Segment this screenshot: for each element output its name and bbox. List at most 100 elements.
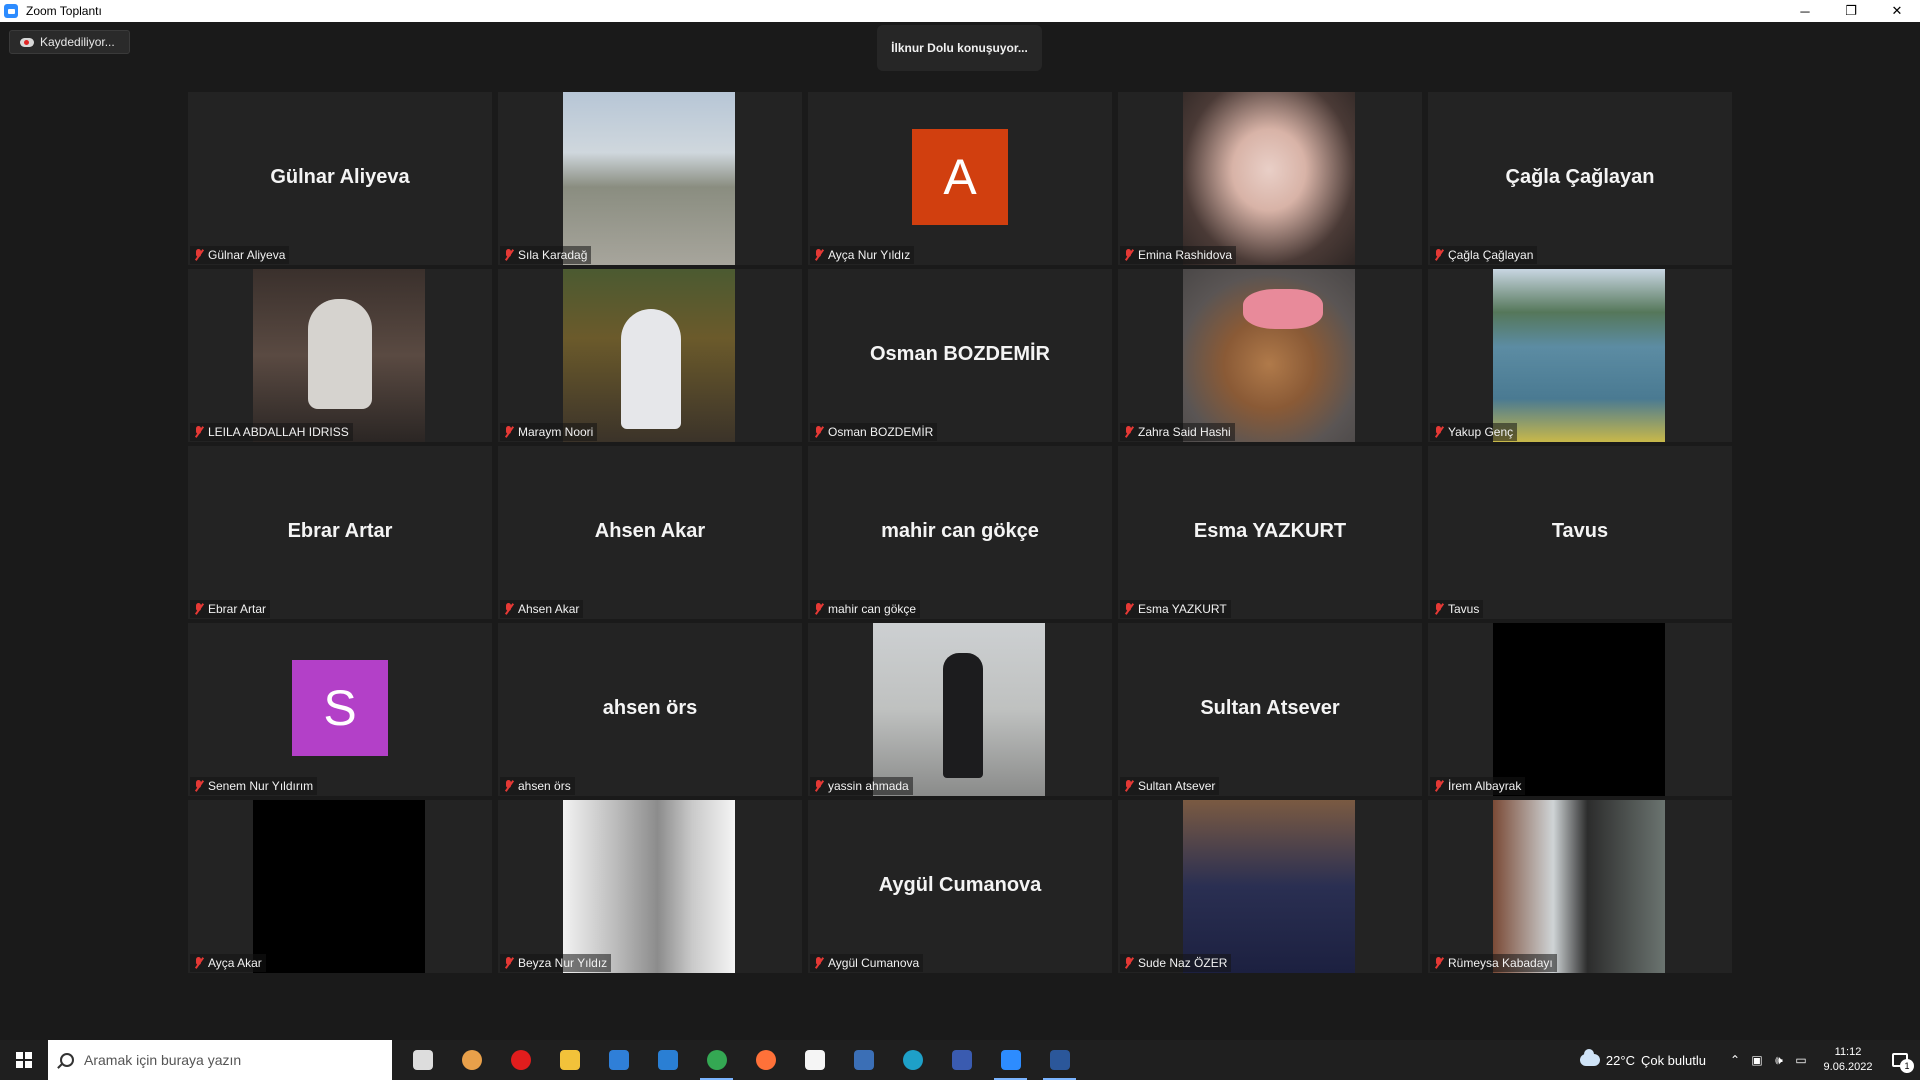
participant-display-name: ahsen örs	[602, 697, 698, 719]
zoom-taskbar-button[interactable]	[986, 1040, 1035, 1080]
weather-temperature: 22°C	[1605, 1052, 1635, 1068]
participant-video	[563, 269, 735, 442]
participant-tile[interactable]: Emina Rashidova	[1118, 92, 1422, 265]
participant-name: Osman BOZDEMİR	[828, 425, 934, 439]
muted-mic-icon	[1123, 425, 1135, 439]
participant-tile[interactable]: Maraym Noori	[498, 269, 802, 442]
mail-icon	[657, 1050, 678, 1070]
participant-name: Maraym Noori	[518, 425, 594, 439]
action-center-button[interactable]: 1	[1880, 1040, 1920, 1080]
participant-name: Zahra Said Hashi	[1138, 425, 1231, 439]
cloud-recording-icon	[20, 37, 34, 47]
participant-tile[interactable]: Yakup Genç	[1428, 269, 1732, 442]
muted-mic-icon	[193, 425, 205, 439]
participant-tile[interactable]: Ayça Akar	[188, 800, 492, 973]
taskbar-search-box[interactable]: Aramak için buraya yazın	[48, 1040, 392, 1080]
participant-tile[interactable]: Osman BOZDEMİR Osman BOZDEMİR	[808, 269, 1112, 442]
participant-tile[interactable]: Esma YAZKURT Esma YAZKURT	[1118, 446, 1422, 619]
participant-name: Emina Rashidova	[1138, 248, 1233, 262]
task-view-taskbar-button[interactable]	[398, 1040, 447, 1080]
task-view-icon	[412, 1050, 433, 1070]
taskbar-clock[interactable]: 11:12 9.06.2022	[1816, 1045, 1880, 1075]
file-explorer-icon	[559, 1050, 580, 1070]
file-explorer-taskbar-button[interactable]	[545, 1040, 594, 1080]
firefox-dev-taskbar-button[interactable]	[447, 1040, 496, 1080]
participant-tile[interactable]: Çağla Çağlayan Çağla Çağlayan	[1428, 92, 1732, 265]
participant-tile[interactable]: Sıla Karadağ	[498, 92, 802, 265]
participant-name: Ahsen Akar	[518, 602, 580, 616]
participant-name-label: Emina Rashidova	[1120, 246, 1237, 264]
participant-avatar: A	[912, 129, 1008, 225]
participant-name-label: Ayça Akar	[190, 954, 266, 972]
firefox-taskbar-button[interactable]	[741, 1040, 790, 1080]
participant-tile[interactable]: LEILA ABDALLAH IDRISS	[188, 269, 492, 442]
window-controls: ─ ❐ ✕	[1782, 0, 1920, 22]
participant-name-label: Ayça Nur Yıldız	[810, 246, 915, 264]
muted-mic-icon	[1123, 779, 1135, 793]
participant-tile[interactable]: Gülnar Aliyeva Gülnar Aliyeva	[188, 92, 492, 265]
active-speaker-banner: İlknur Dolu konuşuyor...	[877, 25, 1042, 71]
word-icon	[1049, 1050, 1070, 1070]
edge-taskbar-button[interactable]	[888, 1040, 937, 1080]
participant-name: Tavus	[1448, 602, 1480, 616]
participant-display-name: Çağla Çağlayan	[1505, 166, 1655, 188]
participant-tile[interactable]: İrem Albayrak	[1428, 623, 1732, 796]
network-icon[interactable]: ▭	[1790, 1053, 1812, 1067]
participant-name-label: Sude Naz ÖZER	[1120, 954, 1232, 972]
participant-tile[interactable]: Ebrar Artar Ebrar Artar	[188, 446, 492, 619]
chevron-up-icon[interactable]: ⌃	[1724, 1053, 1746, 1067]
windows-taskbar: Aramak için buraya yazın 22°C Çok bulutl…	[0, 1040, 1920, 1080]
participant-name-label: ahsen örs	[500, 777, 575, 795]
participant-name-label: Senem Nur Yıldırım	[190, 777, 318, 795]
participant-name-label: Çağla Çağlayan	[1430, 246, 1538, 264]
participant-tile[interactable]: mahir can gökçe mahir can gökçe	[808, 446, 1112, 619]
participant-name: Ayça Akar	[208, 956, 262, 970]
muted-mic-icon	[1123, 956, 1135, 970]
search-icon	[60, 1053, 74, 1067]
window-title-bar: Zoom Toplantı ─ ❐ ✕	[0, 0, 1920, 22]
word-taskbar-button[interactable]	[1035, 1040, 1084, 1080]
mail-taskbar-button[interactable]	[643, 1040, 692, 1080]
volume-icon[interactable]: 🕪	[1768, 1053, 1790, 1068]
start-button[interactable]	[0, 1040, 48, 1080]
participant-tile[interactable]: Rümeysa Kabadayı	[1428, 800, 1732, 973]
news-taskbar-button[interactable]	[839, 1040, 888, 1080]
muted-mic-icon	[1433, 248, 1445, 262]
participant-tile[interactable]: Sude Naz ÖZER	[1118, 800, 1422, 973]
obys-taskbar-button[interactable]	[937, 1040, 986, 1080]
participant-tile[interactable]: Sultan Atsever Sultan Atsever	[1118, 623, 1422, 796]
participant-name: Esma YAZKURT	[1138, 602, 1227, 616]
participant-name: LEILA ABDALLAH IDRISS	[208, 425, 349, 439]
muted-mic-icon	[1433, 425, 1445, 439]
microsoft-store-taskbar-button[interactable]	[594, 1040, 643, 1080]
muted-mic-icon	[503, 956, 515, 970]
weather-widget[interactable]: 22°C Çok bulutlu	[1579, 1049, 1706, 1068]
participant-tile[interactable]: Aygül Cumanova Aygül Cumanova	[808, 800, 1112, 973]
screen-recorder-taskbar-button[interactable]	[496, 1040, 545, 1080]
participant-tile[interactable]: Zahra Said Hashi	[1118, 269, 1422, 442]
participant-name: mahir can gökçe	[828, 602, 917, 616]
participant-tile[interactable]: Tavus Tavus	[1428, 446, 1732, 619]
participant-name-label: yassin ahmada	[810, 777, 913, 795]
document-taskbar-button[interactable]	[790, 1040, 839, 1080]
meet-now-icon[interactable]: ▣	[1746, 1053, 1768, 1067]
participant-name-label: Yakup Genç	[1430, 423, 1518, 441]
recording-label: Kaydediliyor...	[40, 35, 115, 49]
participant-video	[1183, 92, 1355, 265]
participant-name-label: LEILA ABDALLAH IDRISS	[190, 423, 353, 441]
close-button[interactable]: ✕	[1874, 0, 1920, 22]
recording-indicator[interactable]: Kaydediliyor...	[9, 30, 130, 54]
participant-tile[interactable]: Ahsen Akar Ahsen Akar	[498, 446, 802, 619]
participant-tile[interactable]: ahsen örs ahsen örs	[498, 623, 802, 796]
participant-tile[interactable]: Beyza Nur Yıldız	[498, 800, 802, 973]
windows-logo-icon	[16, 1052, 32, 1068]
participant-display-name: Osman BOZDEMİR	[869, 343, 1051, 365]
chrome-taskbar-button[interactable]	[692, 1040, 741, 1080]
muted-mic-icon	[503, 779, 515, 793]
restore-button[interactable]: ❐	[1828, 0, 1874, 22]
participant-tile[interactable]: A Ayça Nur Yıldız	[808, 92, 1112, 265]
participant-tile[interactable]: S Senem Nur Yıldırım	[188, 623, 492, 796]
zoom-icon	[1000, 1050, 1021, 1070]
minimize-button[interactable]: ─	[1782, 0, 1828, 22]
participant-tile[interactable]: yassin ahmada	[808, 623, 1112, 796]
